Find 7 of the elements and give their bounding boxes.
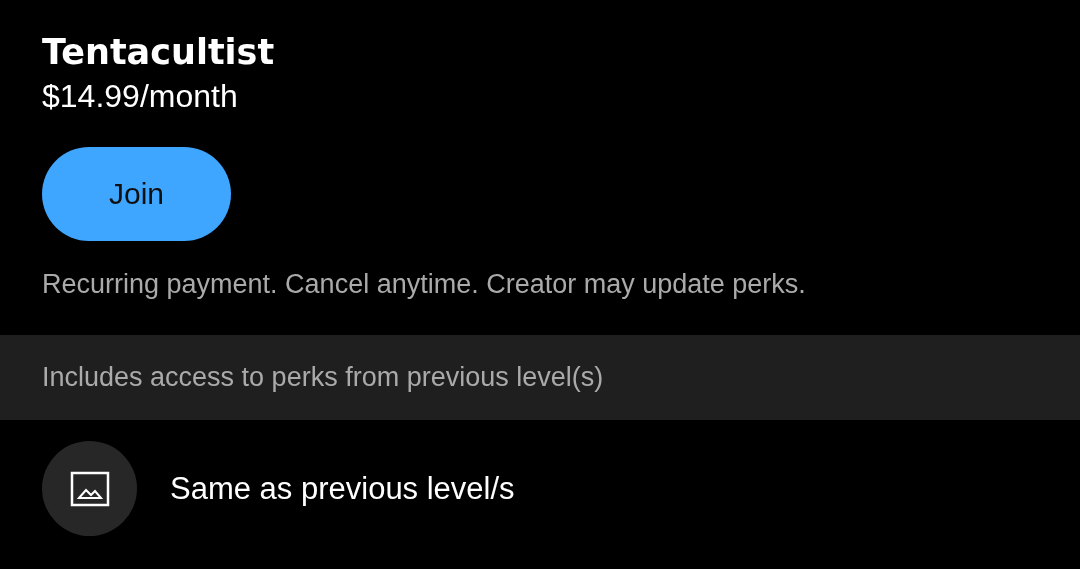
disclaimer-text: Recurring payment. Cancel anytime. Creator may update perks. [42,268,806,301]
tier-price: $14.99/month [42,77,238,116]
perk-label: Same as previous level/s [170,470,515,507]
join-button[interactable]: Join [42,147,231,241]
image-icon [69,470,110,507]
tier-name: Tentacultist [42,31,275,74]
perks-banner-text: Includes access to perks from previous level(s) [42,362,604,393]
